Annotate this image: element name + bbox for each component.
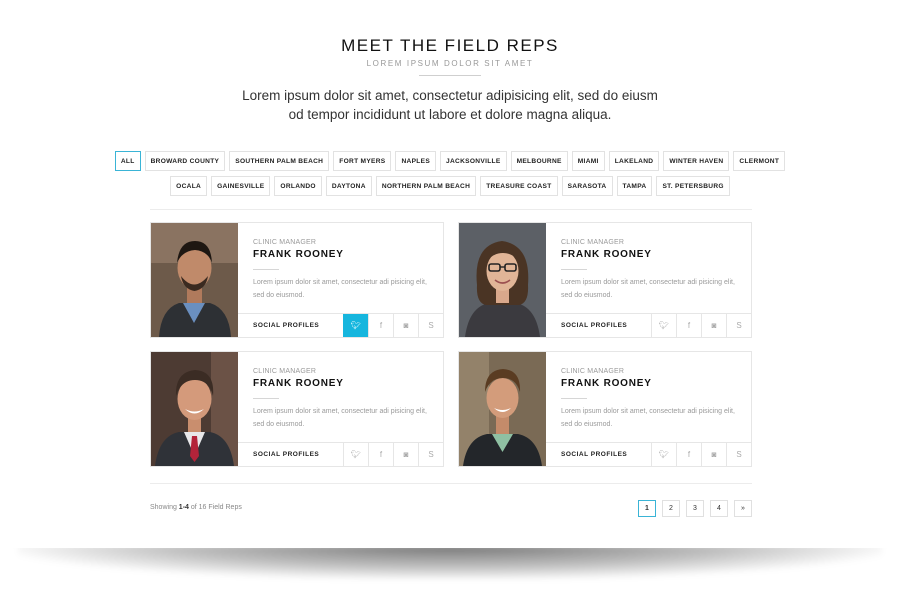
- page-3-button[interactable]: 3: [686, 500, 704, 517]
- page-drop-shadow: [18, 545, 882, 579]
- twitter-icon[interactable]: 🐦︎: [651, 314, 676, 337]
- page-1-button[interactable]: 1: [638, 500, 656, 517]
- rep-name[interactable]: FRANK ROONEY: [561, 378, 652, 389]
- rep-bio: Lorem ipsum dolor sit amet, consectetur …: [253, 408, 427, 428]
- rep-card: CLINIC MANAGER FRANK ROONEY Lorem ipsum …: [150, 222, 444, 338]
- rep-role: CLINIC MANAGER: [253, 239, 317, 246]
- rep-photo: [151, 352, 238, 466]
- rep-photo: [459, 352, 546, 466]
- twitter-icon[interactable]: 🐦︎: [343, 443, 368, 466]
- rep-card: CLINIC MANAGER FRANK ROONEY Lorem ipsum …: [150, 351, 444, 467]
- rep-bio: Lorem ipsum dolor sit amet, consectetur …: [253, 279, 427, 299]
- filter-daytona[interactable]: DAYTONA: [325, 176, 372, 196]
- skype-icon[interactable]: S: [726, 443, 751, 466]
- filter-southern-palm-beach[interactable]: SOUTHERN PALM BEACH: [229, 151, 330, 171]
- rep-photo: [151, 223, 238, 337]
- filter-naples[interactable]: NAPLES: [395, 151, 437, 171]
- rep-role: CLINIC MANAGER: [253, 368, 317, 375]
- rep-bio: Lorem ipsum dolor sit amet, consectetur …: [561, 408, 735, 428]
- filter-clermont[interactable]: CLERMONT: [733, 151, 786, 171]
- rep-name[interactable]: FRANK ROONEY: [253, 378, 344, 389]
- page-subtitle: LOREM IPSUM DOLOR SIT AMET: [366, 59, 534, 68]
- social-profiles-label: SOCIAL PROFILES: [253, 451, 320, 458]
- filter-orlando[interactable]: ORLANDO: [274, 176, 322, 196]
- instagram-icon[interactable]: ◙: [701, 443, 726, 466]
- results-suffix: of 16 Field Reps: [188, 504, 242, 511]
- results-prefix: Showing: [150, 504, 179, 511]
- filter-lakeland[interactable]: LAKELAND: [608, 151, 660, 171]
- facebook-icon[interactable]: f: [676, 314, 701, 337]
- divider-bottom: [150, 483, 752, 484]
- results-range: 1-4: [178, 504, 189, 511]
- results-count: Showing 1-4 of 16 Field Reps: [150, 504, 242, 511]
- twitter-icon[interactable]: 🐦︎: [651, 443, 676, 466]
- facebook-icon[interactable]: f: [368, 443, 393, 466]
- rep-name[interactable]: FRANK ROONEY: [561, 249, 652, 260]
- social-bar: SOCIAL PROFILES 🐦︎ f ◙ S: [238, 313, 443, 337]
- rep-photo: [459, 223, 546, 337]
- filter-row-2: OCALA GAINESVILLE ORLANDO DAYTONA NORTHERN P…: [150, 176, 750, 196]
- social-bar: SOCIAL PROFILES 🐦︎ f ◙ S: [238, 442, 443, 466]
- title-divider: [419, 75, 481, 76]
- filter-jacksonville[interactable]: JACKSONVILLE: [440, 151, 507, 171]
- page-sheet: MEET THE FIELD REPS LOREM IPSUM DOLOR SI…: [0, 0, 900, 548]
- skype-icon[interactable]: S: [418, 443, 443, 466]
- filter-broward-county[interactable]: BROWARD COUNTY: [144, 151, 226, 171]
- facebook-icon[interactable]: f: [676, 443, 701, 466]
- skype-icon[interactable]: S: [726, 314, 751, 337]
- filter-gainesville[interactable]: GAINESVILLE: [211, 176, 271, 196]
- rep-name[interactable]: FRANK ROONEY: [253, 249, 344, 260]
- filter-fort-myers[interactable]: FORT MYERS: [333, 151, 392, 171]
- rep-card: CLINIC MANAGER FRANK ROONEY Lorem ipsum …: [458, 222, 752, 338]
- filter-all[interactable]: ALL: [114, 151, 141, 171]
- instagram-icon[interactable]: ◙: [393, 443, 418, 466]
- section-header: MEET THE FIELD REPS LOREM IPSUM DOLOR SI…: [0, 36, 900, 76]
- instagram-icon[interactable]: ◙: [701, 314, 726, 337]
- twitter-icon[interactable]: 🐦︎: [343, 314, 368, 337]
- rep-divider: [253, 398, 279, 399]
- next-page-button[interactable]: »: [734, 500, 752, 517]
- filter-sarasota[interactable]: SARASOTA: [561, 176, 613, 196]
- page-title: MEET THE FIELD REPS: [341, 36, 559, 55]
- filter-row-1: ALL BROWARD COUNTY SOUTHERN PALM BEACH FORT…: [114, 151, 786, 171]
- instagram-icon[interactable]: ◙: [393, 314, 418, 337]
- divider-top: [150, 209, 752, 210]
- rep-role: CLINIC MANAGER: [561, 239, 625, 246]
- rep-role: CLINIC MANAGER: [561, 368, 625, 375]
- social-profiles-label: SOCIAL PROFILES: [253, 322, 320, 329]
- social-bar: SOCIAL PROFILES 🐦︎ f ◙ S: [546, 442, 751, 466]
- skype-icon[interactable]: S: [418, 314, 443, 337]
- intro-line-1: Lorem ipsum dolor sit amet, consectetur …: [242, 88, 658, 103]
- filter-ocala[interactable]: OCALA: [170, 176, 208, 196]
- intro-text: Lorem ipsum dolor sit amet, consectetur …: [0, 86, 900, 124]
- pagination: 1 2 3 4 »: [638, 500, 752, 517]
- filter-tampa[interactable]: TAMPA: [616, 176, 653, 196]
- page-2-button[interactable]: 2: [662, 500, 680, 517]
- rep-divider: [561, 269, 587, 270]
- facebook-icon[interactable]: f: [368, 314, 393, 337]
- rep-divider: [561, 398, 587, 399]
- page-4-button[interactable]: 4: [710, 500, 728, 517]
- filter-northern-palm-beach[interactable]: NORTHERN PALM BEACH: [375, 176, 477, 196]
- filter-melbourne[interactable]: MELBOURNE: [510, 151, 568, 171]
- social-profiles-label: SOCIAL PROFILES: [561, 322, 628, 329]
- rep-divider: [253, 269, 279, 270]
- social-profiles-label: SOCIAL PROFILES: [561, 451, 628, 458]
- filter-st-petersburg[interactable]: ST. PETERSBURG: [656, 176, 730, 196]
- filter-treasure-coast[interactable]: TREASURE COAST: [480, 176, 558, 196]
- rep-card: CLINIC MANAGER FRANK ROONEY Lorem ipsum …: [458, 351, 752, 467]
- intro-line-2: od tempor incididunt ut labore et dolore…: [288, 107, 612, 122]
- rep-bio: Lorem ipsum dolor sit amet, consectetur …: [561, 279, 735, 299]
- filter-winter-haven[interactable]: WINTER HAVEN: [663, 151, 730, 171]
- filter-miami[interactable]: MIAMI: [571, 151, 605, 171]
- social-bar: SOCIAL PROFILES 🐦︎ f ◙ S: [546, 313, 751, 337]
